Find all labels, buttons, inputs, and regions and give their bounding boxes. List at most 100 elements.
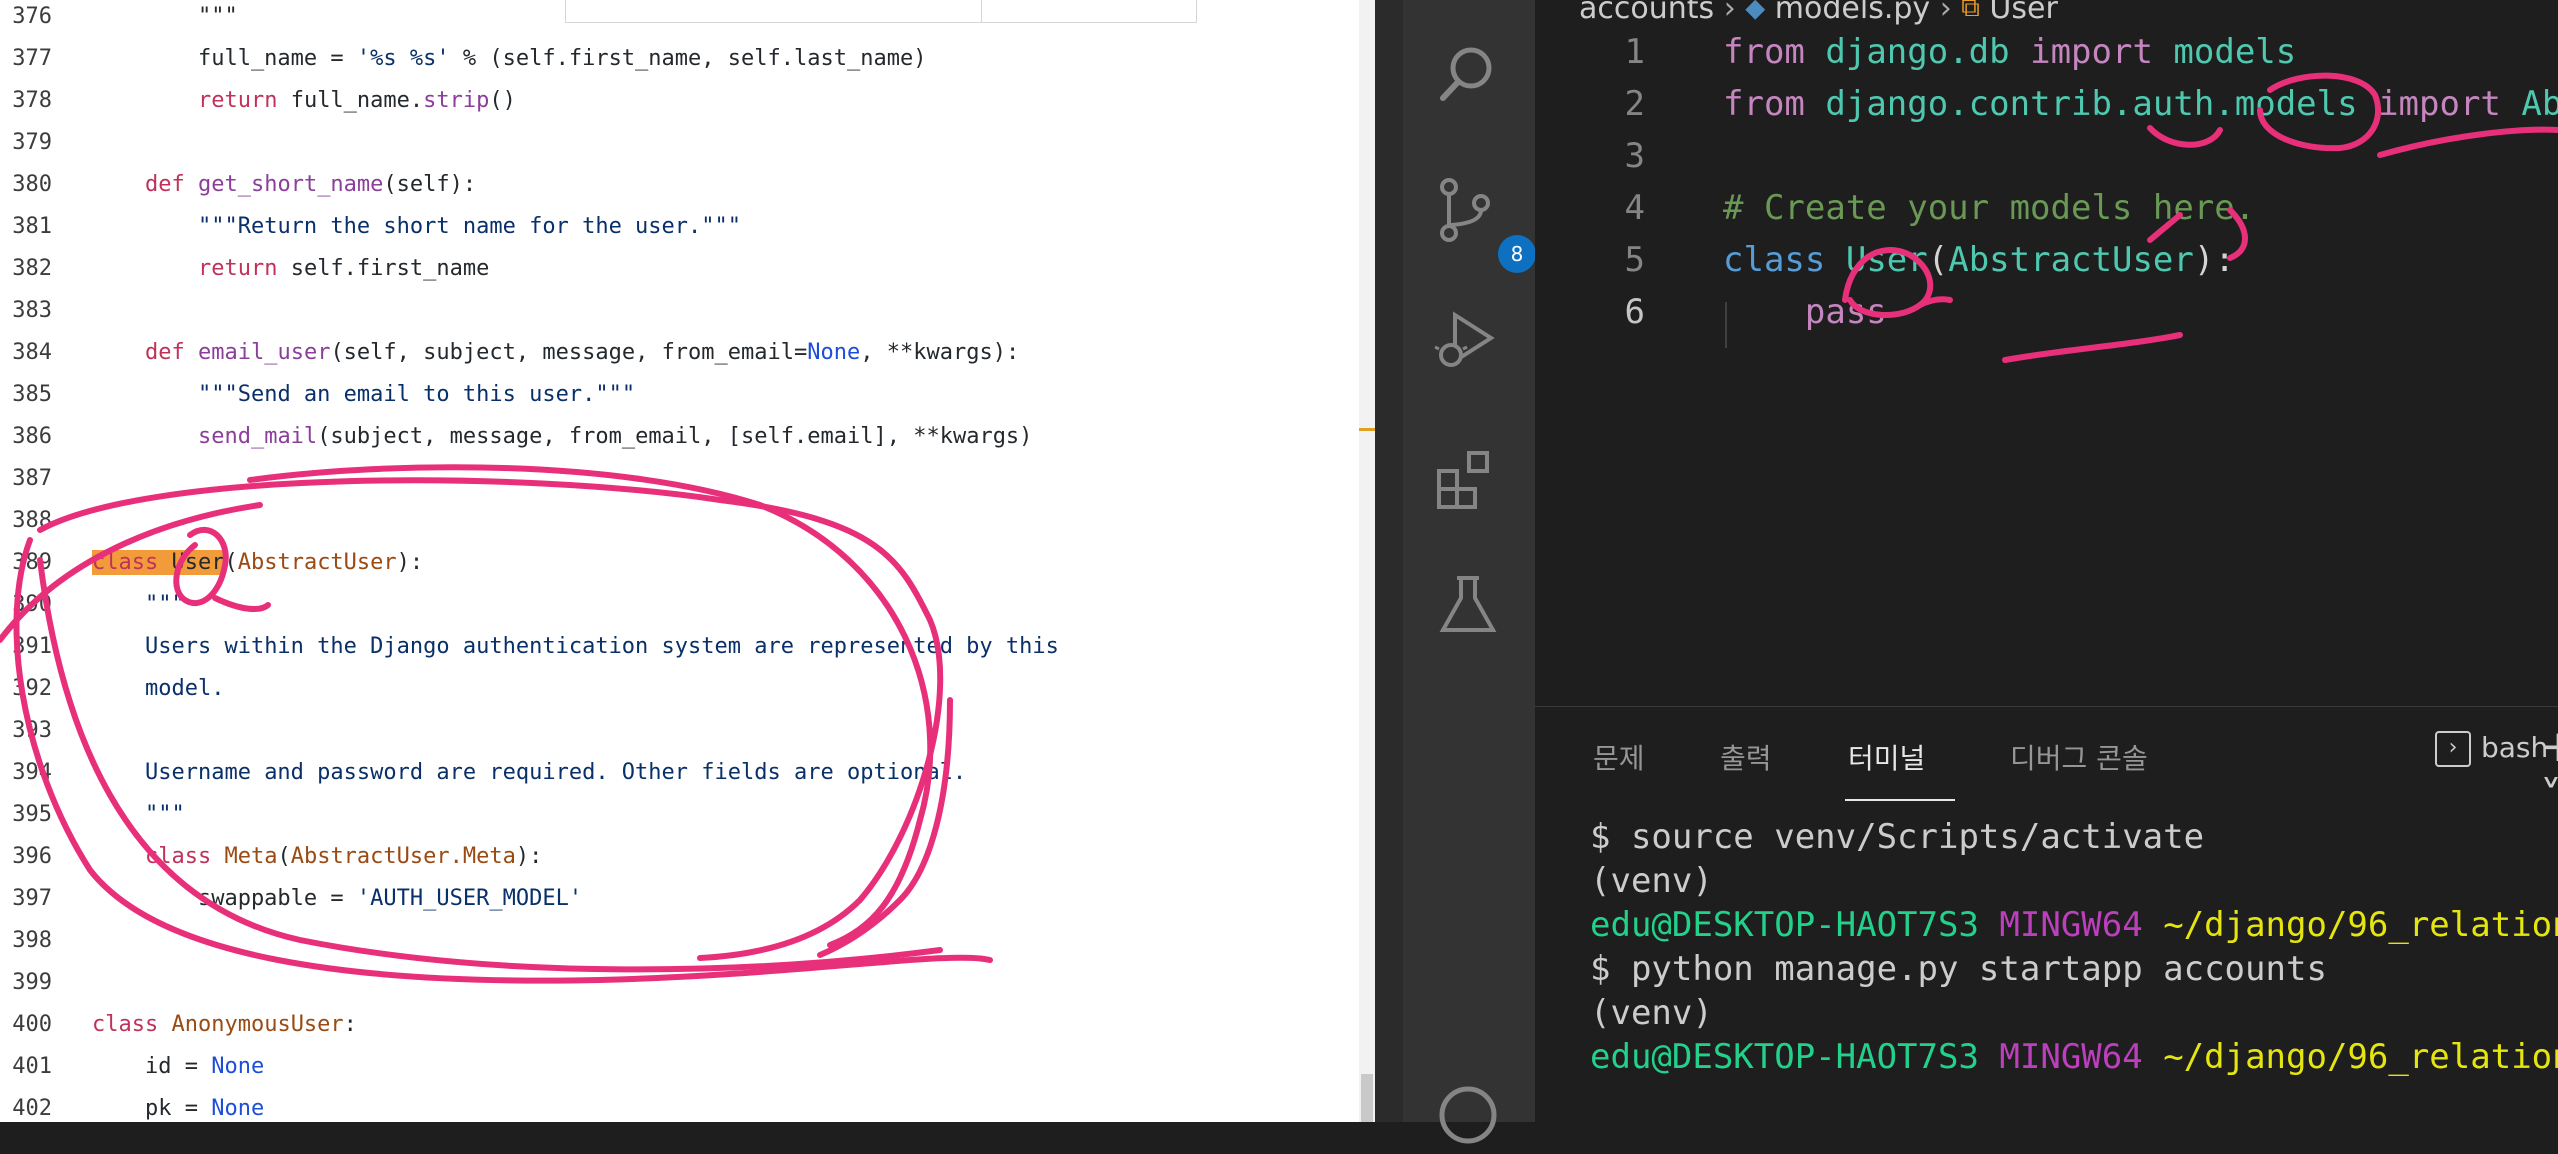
line-number: 388 <box>12 508 52 533</box>
line-text: model. <box>144 676 225 701</box>
code-line: 398 <box>0 920 52 962</box>
line-number: 379 <box>12 130 52 155</box>
line-text: """Return the short name for the user.""… <box>197 214 742 239</box>
code-line: 385 """Send an email to this user.""" <box>0 374 635 416</box>
line-number: 385 <box>12 382 52 407</box>
terminal-shell-selector[interactable]: › bash <box>2435 731 2548 767</box>
code-line: 390 """ <box>0 584 184 626</box>
editor-line[interactable]: 3 <box>1535 130 2558 182</box>
line-number: 381 <box>12 214 52 239</box>
active-tab-indicator <box>1845 799 1955 801</box>
line-number: 399 <box>12 970 52 995</box>
breadcrumb-file[interactable]: models.py <box>1775 0 1930 26</box>
search-icon[interactable] <box>1433 40 1503 110</box>
editor-line-number: 4 <box>1624 188 1645 228</box>
breadcrumb: accounts › ◆ models.py › ⧉ User <box>1579 0 2058 26</box>
code-line: 396 class Meta(AbstractUser.Meta): <box>0 836 542 878</box>
line-number: 395 <box>12 802 52 827</box>
window-divider[interactable] <box>1375 0 1403 1122</box>
testing-flask-icon[interactable] <box>1433 570 1503 640</box>
code-line: 395 """ <box>0 794 184 836</box>
code-line: 400 class AnonymousUser: <box>0 1004 357 1046</box>
run-debug-icon[interactable] <box>1433 305 1503 375</box>
line-text: swappable = 'AUTH_USER_MODEL' <box>92 886 583 911</box>
line-text: """ <box>144 592 185 617</box>
tab-debug-console[interactable]: 디버그 콘솔 <box>2010 737 2148 777</box>
line-number: 386 <box>12 424 52 449</box>
terminal-line: edu@DESKTOP-HAOT7S3 MINGW64 ~/django/96_… <box>1590 905 2558 945</box>
editor-line-number: 1 <box>1624 32 1645 72</box>
code-line: 391 Users within the Django authenticati… <box>0 626 1059 668</box>
line-text: class Meta(AbstractUser.Meta): <box>144 844 543 869</box>
code-line: 386 send_mail(subject, message, from_ema… <box>0 416 1032 458</box>
line-number: 383 <box>12 298 52 323</box>
line-number: 401 <box>12 1054 52 1079</box>
editor-line-number: 3 <box>1624 136 1645 176</box>
line-number: 393 <box>12 718 52 743</box>
editor-line-text: class User(AbstractUser): <box>1723 240 2235 280</box>
line-number: 378 <box>12 88 52 113</box>
editor-line[interactable]: 5 class User(AbstractUser): <box>1535 234 2558 286</box>
code-line: 388 <box>0 500 52 542</box>
breadcrumb-folder[interactable]: accounts <box>1579 0 1714 26</box>
line-number: 376 <box>12 4 52 29</box>
code-line: 387 <box>0 458 52 500</box>
terminal-line: (venv) <box>1590 993 1713 1033</box>
code-line: 389 class User(AbstractUser): <box>0 542 423 584</box>
code-line: 402 pk = None <box>0 1088 264 1122</box>
editor-line-number: 5 <box>1624 240 1645 280</box>
line-number: 402 <box>12 1096 52 1121</box>
tab-problems[interactable]: 문제 <box>1593 737 1645 777</box>
chevron-right-icon: › <box>1939 0 1962 26</box>
line-number: 396 <box>12 844 52 869</box>
code-line: 393 <box>0 710 52 752</box>
code-line: 384 def email_user(self, subject, messag… <box>0 332 1019 374</box>
scrollbar-thumb[interactable] <box>1361 1074 1373 1122</box>
editor-line[interactable]: 6 pass <box>1535 286 2558 338</box>
breadcrumb-symbol[interactable]: User <box>1989 0 2057 26</box>
bottom-panel: 문제 출력 터미널 디버그 콘솔 › bash + ˅ $ source venv… <box>1535 706 2558 1123</box>
code-line: 376 """ <box>0 0 237 38</box>
account-icon[interactable] <box>1433 1080 1503 1150</box>
editor-line[interactable]: 2 from django.contrib.auth.models import … <box>1535 78 2558 130</box>
editor-line-number: 2 <box>1624 84 1645 124</box>
editor-line-text: from django.db import models <box>1723 32 2297 72</box>
line-text: id = None <box>92 1054 265 1079</box>
editor-line[interactable]: 1 from django.db import models <box>1535 26 2558 78</box>
line-number: 377 <box>12 46 52 71</box>
add-terminal-button[interactable]: + ˅ <box>2540 721 2558 823</box>
line-text: """ <box>92 4 238 29</box>
line-text: pk = None <box>92 1096 265 1121</box>
terminal-icon: › <box>2435 731 2471 767</box>
line-text: return full_name.strip() <box>197 88 516 113</box>
editor-line-number: 6 <box>1624 292 1645 332</box>
terminal-line: $ python manage.py startapp accounts <box>1590 949 2327 989</box>
code-editor[interactable]: accounts › ◆ models.py › ⧉ User 1 from dj… <box>1535 0 2558 706</box>
line-number: 384 <box>12 340 52 365</box>
line-number: 382 <box>12 256 52 281</box>
tab-output[interactable]: 출력 <box>1720 737 1772 777</box>
tab-terminal[interactable]: 터미널 <box>1848 737 1925 777</box>
source-control-icon[interactable]: 8 <box>1433 175 1536 273</box>
code-line: 383 <box>0 290 52 332</box>
code-line: 399 <box>0 962 52 1004</box>
extensions-icon[interactable] <box>1433 445 1503 515</box>
line-number: 387 <box>12 466 52 491</box>
chevron-right-icon: › <box>1723 0 1746 26</box>
line-text: def get_short_name(self): <box>144 172 477 197</box>
source-viewer: 376 """ 377 full_name = '%s %s' % (self.f… <box>0 0 1375 1122</box>
code-line: 378 return full_name.strip() <box>0 80 516 122</box>
line-text: class AnonymousUser: <box>92 1012 357 1037</box>
scroll-marker <box>1359 428 1375 431</box>
editor-line[interactable]: 4 # Create your models here. <box>1535 182 2558 234</box>
terminal-line: edu@DESKTOP-HAOT7S3 MINGW64 ~/django/96_… <box>1590 1037 2558 1077</box>
line-number: 380 <box>12 172 52 197</box>
line-number: 397 <box>12 886 52 911</box>
line-number: 391 <box>12 634 52 659</box>
code-line: 377 full_name = '%s %s' % (self.first_na… <box>0 38 926 80</box>
code-line: 392 model. <box>0 668 224 710</box>
code-line: 397 swappable = 'AUTH_USER_MODEL' <box>0 878 582 920</box>
vertical-scrollbar[interactable] <box>1359 0 1375 1122</box>
line-number: 400 <box>12 1012 52 1037</box>
find-bar[interactable] <box>565 0 1197 23</box>
